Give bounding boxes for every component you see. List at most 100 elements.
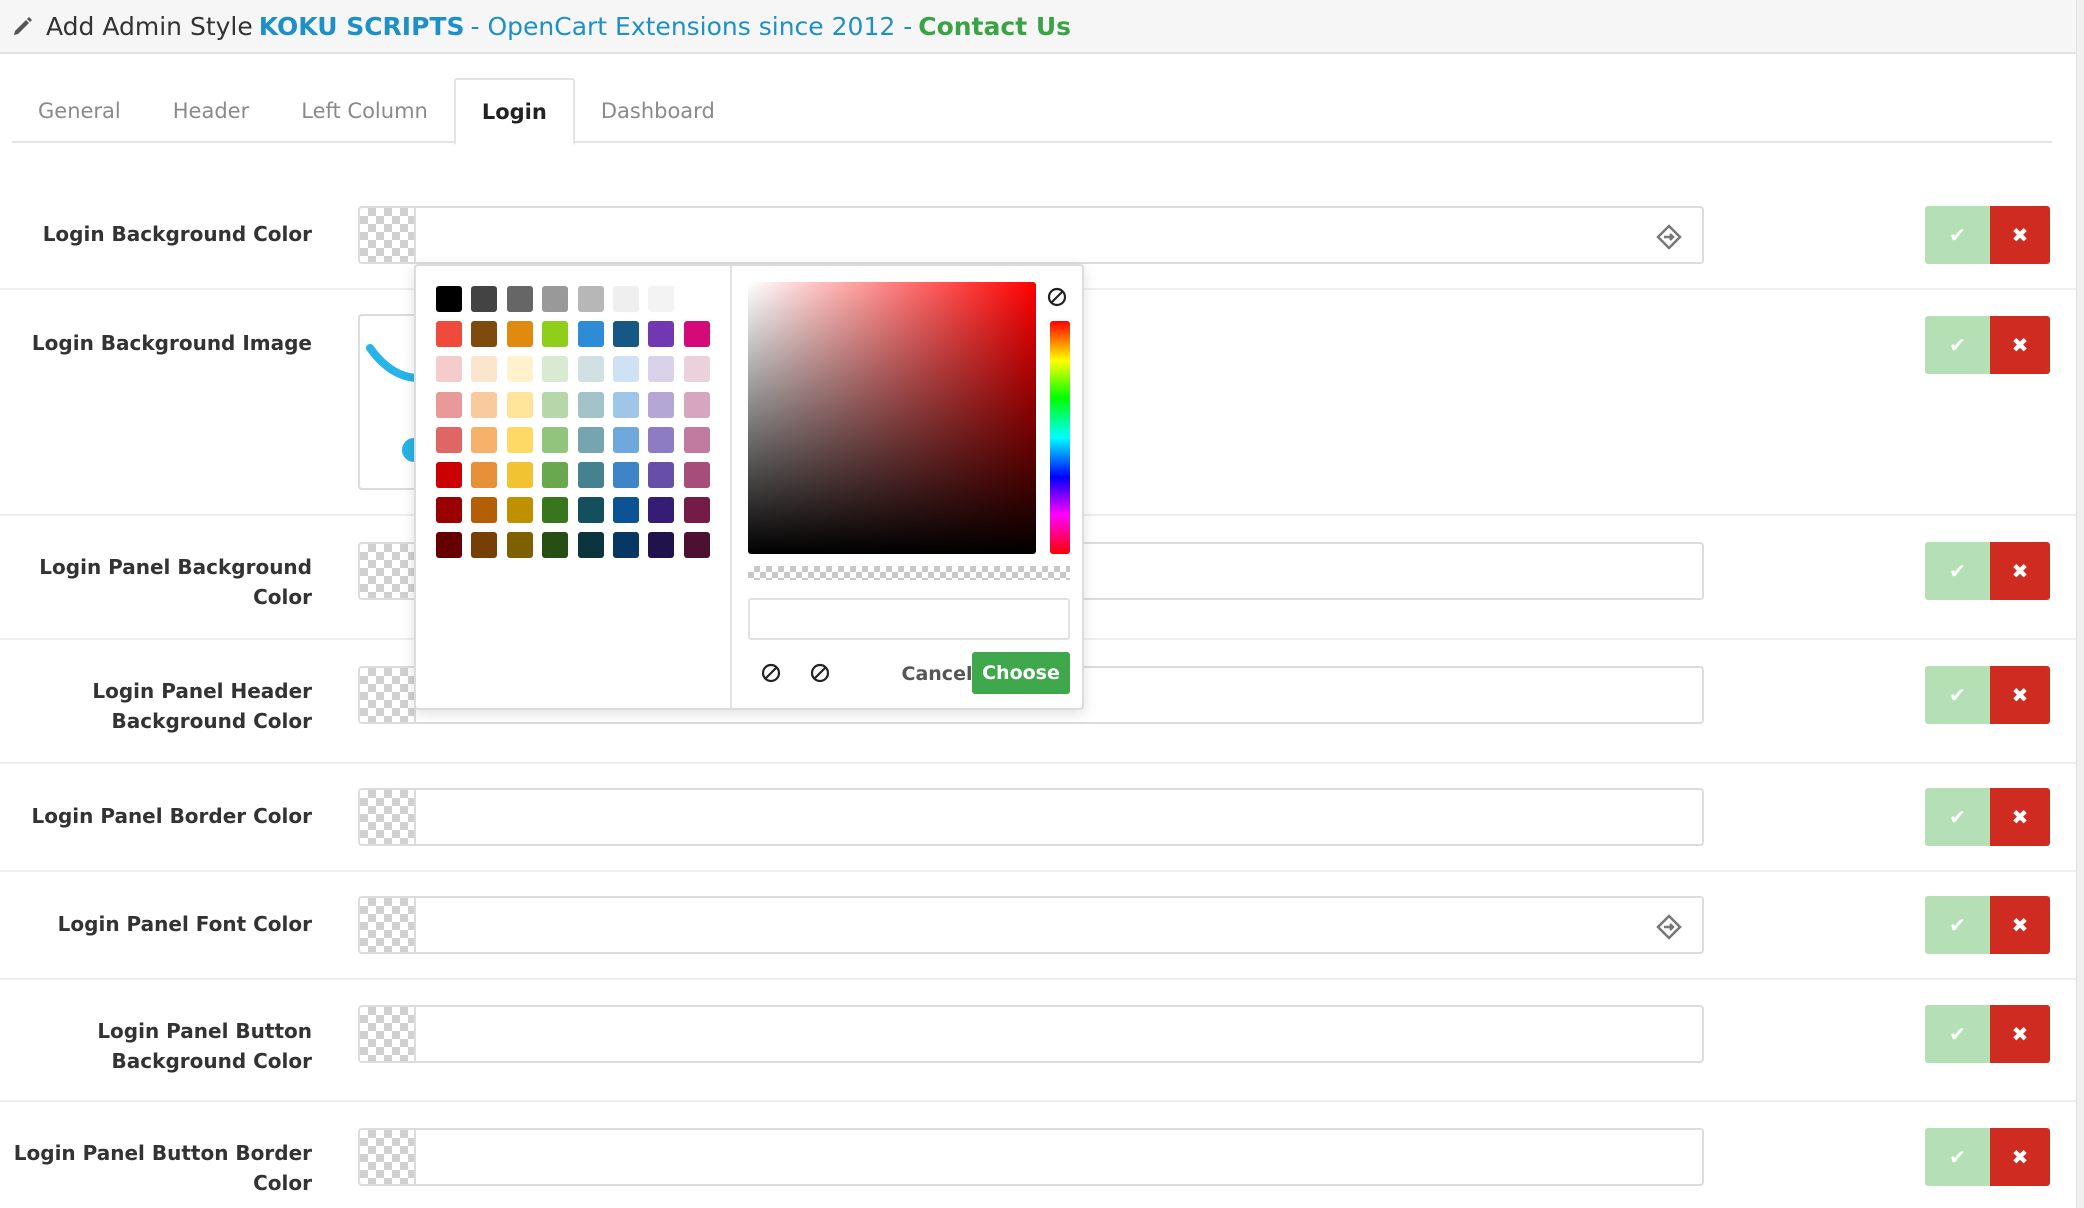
page-scrollbar[interactable] (2076, 0, 2084, 1208)
color-swatch[interactable] (683, 461, 710, 488)
color-swatch[interactable] (542, 497, 569, 524)
color-swatch[interactable] (577, 321, 604, 348)
color-swatch[interactable] (648, 356, 675, 383)
color-preview[interactable] (360, 208, 416, 262)
tab-dashboard[interactable]: Dashboard (575, 78, 741, 143)
color-swatch[interactable] (648, 497, 675, 524)
clear-button[interactable]: ✖ (1990, 788, 2050, 846)
color-swatch[interactable] (436, 391, 462, 418)
confirm-button[interactable]: ✔ (1925, 316, 1990, 374)
color-preview[interactable] (360, 544, 416, 598)
color-swatch[interactable] (542, 321, 569, 348)
color-preview[interactable] (360, 668, 416, 722)
contact-us-link[interactable]: Contact Us (918, 12, 1071, 41)
color-swatch[interactable] (612, 497, 639, 524)
color-value-input[interactable] (748, 598, 1070, 640)
clear-button[interactable]: ✖ (1990, 666, 2050, 724)
color-swatch[interactable] (683, 356, 710, 383)
alpha-slider[interactable] (748, 566, 1070, 580)
color-swatch[interactable] (471, 391, 498, 418)
color-swatch[interactable] (612, 391, 639, 418)
color-swatch[interactable] (471, 461, 498, 488)
clear-button[interactable]: ✖ (1990, 206, 2050, 264)
color-preview[interactable] (360, 1007, 416, 1061)
color-swatch[interactable] (506, 391, 533, 418)
choose-button[interactable]: Choose (972, 652, 1070, 694)
color-swatch[interactable] (542, 426, 569, 453)
color-swatch[interactable] (436, 286, 462, 312)
login-panel-button-background-color-input[interactable] (418, 1007, 1702, 1061)
color-swatch[interactable] (506, 321, 533, 348)
color-preview[interactable] (360, 790, 416, 844)
confirm-button[interactable]: ✔ (1925, 788, 1990, 846)
confirm-button[interactable]: ✔ (1925, 896, 1990, 954)
tab-login[interactable]: Login (453, 78, 575, 145)
login-panel-font-color-input[interactable] (418, 898, 1702, 952)
login-panel-button-background-color-field[interactable] (358, 1005, 1704, 1063)
login-panel-font-color-field[interactable] (358, 896, 1704, 954)
color-swatch[interactable] (506, 286, 533, 312)
login-background-color-input[interactable] (418, 208, 1702, 262)
color-swatch[interactable] (436, 356, 462, 383)
color-swatch[interactable] (542, 286, 569, 312)
clear-button[interactable]: ✖ (1990, 896, 2050, 954)
login-panel-border-color-field[interactable] (358, 788, 1704, 846)
confirm-button[interactable]: ✔ (1925, 1005, 1990, 1063)
eyedropper-icon[interactable] (1656, 914, 1682, 940)
clear-button[interactable]: ✖ (1990, 1128, 2050, 1186)
color-swatch[interactable] (542, 461, 569, 488)
color-swatch[interactable] (612, 532, 639, 559)
color-swatch[interactable] (542, 391, 569, 418)
color-swatch[interactable] (648, 321, 675, 348)
tab-general[interactable]: General (12, 78, 147, 143)
login-background-image-thumb[interactable] (358, 314, 414, 490)
clear-button[interactable]: ✖ (1990, 316, 2050, 374)
color-swatch[interactable] (471, 321, 498, 348)
color-swatch[interactable] (471, 532, 498, 559)
hue-slider[interactable] (1050, 321, 1070, 554)
color-swatch[interactable] (683, 497, 710, 524)
color-swatch[interactable] (612, 356, 639, 383)
color-swatch[interactable] (506, 461, 533, 488)
color-swatch[interactable] (648, 461, 675, 488)
color-preview[interactable] (360, 1130, 416, 1184)
color-swatch[interactable] (471, 426, 498, 453)
color-swatch[interactable] (577, 461, 604, 488)
tab-header[interactable]: Header (147, 78, 275, 143)
login-panel-button-border-color-field[interactable] (358, 1128, 1704, 1186)
color-swatch[interactable] (648, 286, 675, 312)
color-swatch[interactable] (683, 426, 710, 453)
color-swatch[interactable] (648, 532, 675, 559)
confirm-button[interactable]: ✔ (1925, 542, 1990, 600)
color-swatch[interactable] (471, 356, 498, 383)
color-swatch[interactable] (683, 321, 710, 348)
color-swatch[interactable] (506, 497, 533, 524)
color-swatch[interactable] (577, 391, 604, 418)
eyedropper-icon[interactable] (1656, 224, 1682, 250)
color-swatch[interactable] (577, 286, 604, 312)
color-swatch[interactable] (506, 532, 533, 559)
color-swatch[interactable] (436, 321, 462, 348)
clear-button[interactable]: ✖ (1990, 1005, 2050, 1063)
color-swatch[interactable] (612, 286, 639, 312)
login-panel-border-color-input[interactable] (418, 790, 1702, 844)
color-swatch[interactable] (612, 321, 639, 348)
no-color-icon[interactable] (760, 662, 782, 684)
color-swatch[interactable] (542, 356, 569, 383)
color-swatch[interactable] (506, 356, 533, 383)
confirm-button[interactable]: ✔ (1925, 1128, 1990, 1186)
color-swatch[interactable] (577, 356, 604, 383)
login-background-color-field[interactable] (358, 206, 1704, 264)
color-swatch[interactable] (436, 532, 462, 559)
color-swatch[interactable] (542, 532, 569, 559)
color-swatch[interactable] (577, 426, 604, 453)
color-swatch[interactable] (612, 426, 639, 453)
color-swatch[interactable] (648, 391, 675, 418)
color-swatch[interactable] (436, 461, 462, 488)
color-swatch[interactable] (683, 532, 710, 559)
brand-link[interactable]: KOKU SCRIPTS (259, 12, 465, 41)
color-swatch[interactable] (683, 391, 710, 418)
color-swatch[interactable] (648, 426, 675, 453)
color-swatch[interactable] (436, 426, 462, 453)
confirm-button[interactable]: ✔ (1925, 666, 1990, 724)
